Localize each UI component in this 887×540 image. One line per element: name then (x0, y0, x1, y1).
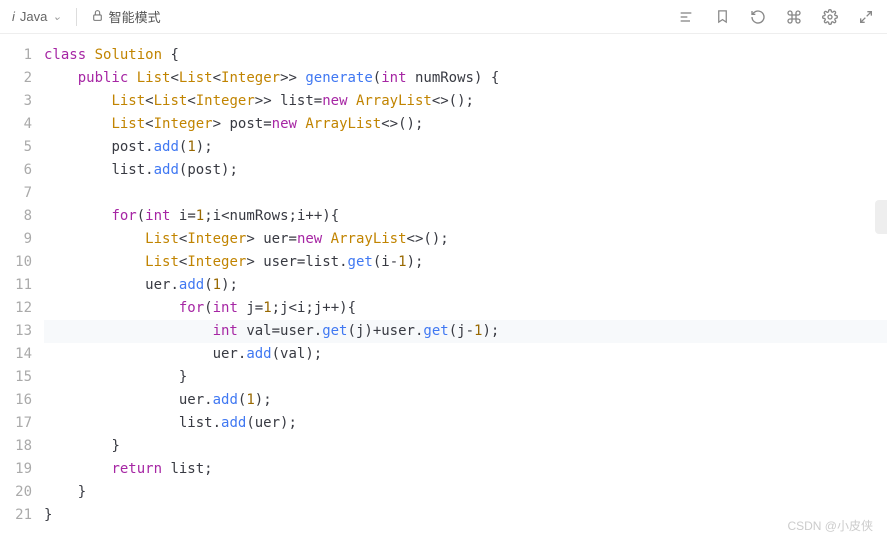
code-line[interactable]: public List<List<Integer>> generate(int … (44, 67, 887, 90)
code-line[interactable]: class Solution { (44, 44, 887, 67)
code-line[interactable]: } (44, 435, 887, 458)
mode-label: 智能模式 (109, 7, 161, 26)
line-number: 6 (0, 159, 32, 182)
line-number: 8 (0, 205, 32, 228)
line-number: 17 (0, 412, 32, 435)
code-line[interactable]: } (44, 504, 887, 527)
settings-icon[interactable] (821, 8, 839, 26)
code-line[interactable]: post.add(1); (44, 136, 887, 159)
reset-icon[interactable] (749, 8, 767, 26)
lock-icon (91, 9, 104, 25)
code-area[interactable]: class Solution { public List<List<Intege… (44, 34, 887, 527)
command-icon[interactable] (785, 8, 803, 26)
code-line[interactable]: uer.add(1); (44, 274, 887, 297)
language-selector[interactable]: i Java ⌄ (12, 9, 62, 24)
fullscreen-icon[interactable] (857, 8, 875, 26)
language-prefix: i (12, 9, 15, 24)
line-number: 5 (0, 136, 32, 159)
line-number: 10 (0, 251, 32, 274)
code-line[interactable]: uer.add(val); (44, 343, 887, 366)
code-line[interactable]: } (44, 366, 887, 389)
code-line[interactable]: list.add(post); (44, 159, 887, 182)
line-number: 11 (0, 274, 32, 297)
line-number: 20 (0, 481, 32, 504)
line-number: 9 (0, 228, 32, 251)
line-number: 21 (0, 504, 32, 527)
code-line[interactable]: for(int i=1;i<numRows;i++){ (44, 205, 887, 228)
line-number: 1 (0, 44, 32, 67)
code-line[interactable]: List<Integer> uer=new ArrayList<>(); (44, 228, 887, 251)
line-number: 18 (0, 435, 32, 458)
toolbar-divider (76, 8, 77, 26)
code-line[interactable]: return list; (44, 458, 887, 481)
line-number: 13 (0, 320, 32, 343)
code-line[interactable]: List<Integer> user=list.get(i-1); (44, 251, 887, 274)
line-number: 15 (0, 366, 32, 389)
line-number: 3 (0, 90, 32, 113)
toolbar-right (677, 8, 875, 26)
toolbar-left: i Java ⌄ 智能模式 (12, 7, 161, 26)
code-line[interactable]: uer.add(1); (44, 389, 887, 412)
code-editor[interactable]: 123456789101112131415161718192021 class … (0, 34, 887, 527)
language-name: Java (20, 9, 47, 24)
editor-toolbar: i Java ⌄ 智能模式 (0, 0, 887, 34)
line-number: 12 (0, 297, 32, 320)
code-line[interactable]: List<Integer> post=new ArrayList<>(); (44, 113, 887, 136)
line-number: 19 (0, 458, 32, 481)
code-line[interactable]: } (44, 481, 887, 504)
watermark-text: CSDN @小皮侠 (787, 517, 873, 534)
code-line[interactable]: int val=user.get(j)+user.get(j-1); (44, 320, 887, 343)
line-number: 14 (0, 343, 32, 366)
side-panel-tab[interactable] (875, 200, 887, 234)
line-number-gutter: 123456789101112131415161718192021 (0, 34, 44, 527)
mode-button[interactable]: 智能模式 (91, 7, 161, 26)
code-line[interactable]: List<List<Integer>> list=new ArrayList<>… (44, 90, 887, 113)
bookmark-icon[interactable] (713, 8, 731, 26)
format-icon[interactable] (677, 8, 695, 26)
code-line[interactable]: list.add(uer); (44, 412, 887, 435)
line-number: 16 (0, 389, 32, 412)
line-number: 2 (0, 67, 32, 90)
code-line[interactable] (44, 182, 887, 205)
code-line[interactable]: for(int j=1;j<i;j++){ (44, 297, 887, 320)
line-number: 7 (0, 182, 32, 205)
chevron-down-icon: ⌄ (52, 10, 61, 23)
line-number: 4 (0, 113, 32, 136)
